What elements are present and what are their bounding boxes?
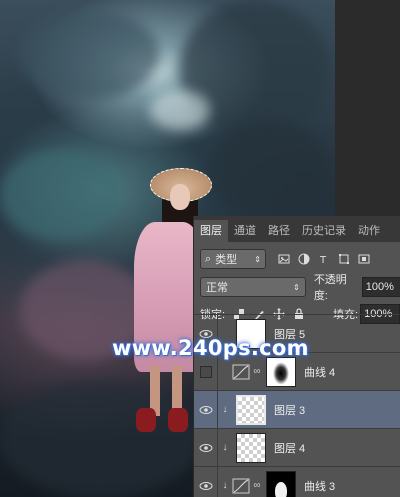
- light-glow: [150, 90, 210, 130]
- panel-tabs: 图层 通道 路径 历史记录 动作: [194, 216, 400, 242]
- opacity-input[interactable]: 100%: [361, 277, 400, 297]
- clipping-mask-icon: ↓: [222, 404, 228, 415]
- chevron-updown-icon: ⇕: [293, 282, 300, 292]
- foliage-shape: [210, 120, 330, 220]
- filter-type-label: 类型: [215, 254, 238, 266]
- chevron-updown-icon: ⇕: [254, 254, 261, 264]
- layer-thumbnail: [236, 432, 266, 463]
- eye-icon: [199, 443, 212, 452]
- adjustment-filter-icon[interactable]: [298, 253, 310, 265]
- workspace-background: [335, 0, 400, 216]
- clipping-mask-icon: ↓: [222, 480, 228, 491]
- eye-icon: [199, 405, 212, 414]
- tab-actions[interactable]: 动作: [352, 220, 386, 242]
- blend-mode-value: 正常: [206, 282, 228, 294]
- layer-name[interactable]: 曲线 3: [304, 478, 335, 494]
- tab-history[interactable]: 历史记录: [296, 220, 352, 242]
- layer-row[interactable]: ↓ ∞ 曲线 3: [194, 466, 400, 497]
- layer-name[interactable]: 图层 3: [274, 402, 305, 418]
- link-icon: ∞: [253, 480, 261, 491]
- svg-text:T: T: [319, 255, 327, 265]
- curves-adjustment-icon: [232, 364, 250, 379]
- foliage-shape: [20, 10, 160, 100]
- shoe: [168, 408, 188, 432]
- clipping-mask-icon: ↓: [222, 442, 228, 453]
- shape-filter-icon[interactable]: [338, 253, 350, 265]
- eye-icon: [199, 481, 212, 490]
- layer-row-selected[interactable]: ↓ 图层 3: [194, 390, 400, 429]
- layer-row[interactable]: ↓ 图层 4: [194, 428, 400, 467]
- face: [170, 184, 190, 210]
- curves-adjustment-icon: [232, 478, 250, 493]
- tab-layers[interactable]: 图层: [194, 220, 228, 242]
- image-filter-icon[interactable]: [278, 253, 290, 265]
- visibility-off-box: [199, 365, 212, 378]
- link-icon: ∞: [253, 366, 261, 377]
- filter-icons: T: [278, 253, 370, 265]
- blend-row: 正常 ⇕ 不透明度: 100%: [194, 274, 400, 302]
- layer-name[interactable]: 图层 4: [274, 440, 305, 456]
- shoe: [136, 408, 156, 432]
- type-filter-icon[interactable]: T: [318, 253, 330, 265]
- watermark-text: www.240ps.com: [112, 336, 309, 360]
- tab-paths[interactable]: 路径: [262, 220, 296, 242]
- layer-filter-row: ⌕ 类型 ⇕ T: [194, 246, 400, 272]
- foliage-shape: [0, 150, 120, 240]
- layer-mask-thumbnail: [266, 356, 296, 387]
- visibility-toggle[interactable]: [194, 428, 218, 467]
- layer-mask-thumbnail: [266, 470, 296, 497]
- filter-type-select[interactable]: ⌕ 类型 ⇕: [200, 249, 266, 269]
- visibility-toggle[interactable]: [194, 390, 218, 429]
- visibility-toggle[interactable]: [194, 466, 218, 497]
- search-icon: ⌕: [205, 252, 212, 265]
- layer-name[interactable]: 曲线 4: [304, 364, 335, 380]
- opacity-label: 不透明度:: [313, 274, 347, 302]
- blend-mode-select[interactable]: 正常 ⇕: [200, 277, 306, 297]
- layer-thumbnail: [236, 394, 266, 425]
- smart-object-filter-icon[interactable]: [358, 253, 370, 265]
- tab-channels[interactable]: 通道: [228, 220, 262, 242]
